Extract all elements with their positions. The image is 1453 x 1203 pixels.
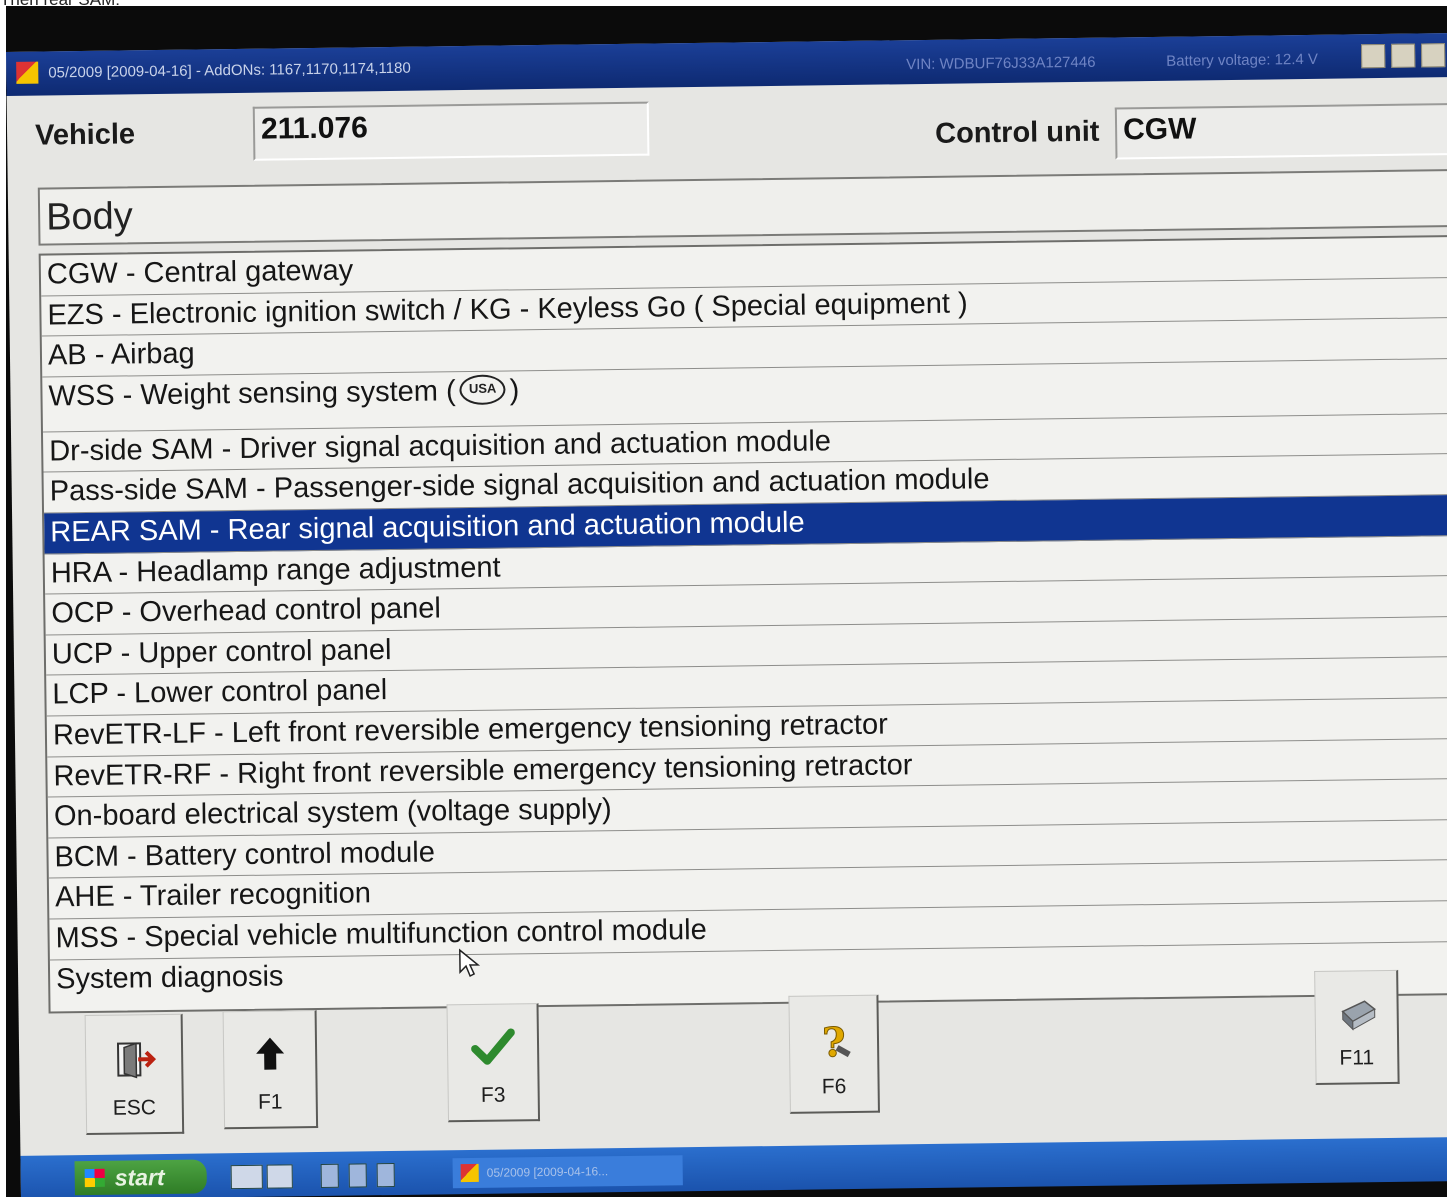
mouse-cursor-icon: [459, 948, 481, 978]
f1-label: F1: [257, 1090, 283, 1114]
battery-voltage-readout: Battery voltage: 12.4 V: [1166, 50, 1319, 70]
vehicle-field[interactable]: 211.076: [252, 101, 650, 161]
group-title: Body: [37, 169, 1447, 246]
svg-text:?: ?: [821, 1019, 845, 1066]
close-icon[interactable]: [1421, 43, 1446, 68]
list-item-label: Pass-side SAM - Passenger-side signal ac…: [49, 463, 990, 508]
taskbar-task-button[interactable]: 05/2009 [2009-04-16...: [452, 1155, 683, 1189]
vin-readout: VIN: WDBUF76J33A127446: [906, 53, 1096, 74]
control-unit-label: Control unit: [934, 115, 1100, 150]
app-screen: 05/2009 [2009-04-16] - AddONs: 1167,1170…: [6, 32, 1447, 1197]
list-item-label: WSS - Weight sensing system (: [48, 374, 456, 413]
list-item-label: OCP - Overhead control panel: [51, 592, 442, 630]
list-item-label: REAR SAM - Rear signal acquisition and a…: [50, 506, 805, 549]
list-item-label: CGW - Central gateway: [46, 254, 354, 291]
f11-label: F11: [1339, 1046, 1375, 1070]
quicklaunch-icon[interactable]: [348, 1163, 367, 1188]
f3-label: F3: [480, 1083, 506, 1107]
list-item-label: AB - Airbag: [47, 337, 195, 372]
f3-button[interactable]: F3: [446, 1003, 541, 1123]
printer-icon: [1315, 993, 1397, 1039]
esc-button[interactable]: ESC: [84, 1013, 185, 1136]
list-item-label: EZS - Electronic ignition switch / KG - …: [47, 287, 968, 332]
exit-door-icon: [86, 1037, 182, 1087]
list-item-label: MSS - Special vehicle multifunction cont…: [55, 913, 707, 955]
list-item-label: BCM - Battery control module: [54, 836, 436, 874]
windows-flag-icon: [84, 1168, 105, 1188]
quicklaunch-icon[interactable]: [320, 1163, 339, 1188]
list-item-label: AHE - Trailer recognition: [54, 877, 372, 914]
start-button[interactable]: start: [74, 1159, 207, 1196]
quicklaunch-icon[interactable]: [376, 1163, 395, 1188]
list-item-suffix: ): [509, 374, 520, 407]
esc-label: ESC: [112, 1096, 157, 1120]
f1-button[interactable]: F1: [222, 1010, 319, 1130]
control-unit-field[interactable]: CGW: [1114, 103, 1447, 160]
f6-label: F6: [821, 1075, 847, 1099]
window-buttons: [1361, 43, 1446, 69]
list-item-label: On-board electrical system (voltage supp…: [53, 793, 612, 833]
window-title: 05/2009 [2009-04-16] - AddONs: 1167,1170…: [48, 59, 411, 82]
start-label: start: [114, 1164, 165, 1191]
list-item-label: RevETR-LF - Left front reversible emerge…: [52, 708, 888, 752]
list-item-label: LCP - Lower control panel: [52, 674, 388, 711]
help-question-icon: ?: [790, 1018, 878, 1072]
app-icon: [16, 61, 39, 84]
keypad-icon[interactable]: [266, 1164, 293, 1189]
control-unit-list[interactable]: CGW - Central gateway EZS - Electronic i…: [38, 235, 1447, 1014]
usa-badge-icon: USA: [459, 374, 506, 406]
vehicle-label: Vehicle: [34, 118, 136, 152]
list-item-label: System diagnosis: [55, 959, 284, 995]
maximize-icon[interactable]: [1391, 43, 1416, 68]
f6-button[interactable]: ? F6: [788, 994, 880, 1114]
taskbar: start 05/2009 [2009-04-16...: [20, 1136, 1447, 1197]
task-label: 05/2009 [2009-04-16...: [486, 1164, 609, 1180]
list-item-label: RevETR-RF - Right front reversible emerg…: [53, 748, 913, 792]
keyboard-icon[interactable]: [230, 1164, 263, 1190]
f11-button[interactable]: F11: [1314, 969, 1400, 1085]
checkmark-icon: [448, 1026, 538, 1072]
app-task-icon: [460, 1163, 479, 1183]
list-item-label: HRA - Headlamp range adjustment: [50, 551, 501, 590]
monitor: 05/2009 [2009-04-16] - AddONs: 1167,1170…: [6, 6, 1447, 1197]
minimize-icon[interactable]: [1361, 43, 1386, 69]
list-item-label: UCP - Upper control panel: [51, 633, 392, 671]
arrow-up-icon: [224, 1033, 316, 1079]
list-item-label: Dr-side SAM - Driver signal acquisition …: [49, 425, 832, 468]
title-bar: 05/2009 [2009-04-16] - AddONs: 1167,1170…: [6, 32, 1447, 96]
